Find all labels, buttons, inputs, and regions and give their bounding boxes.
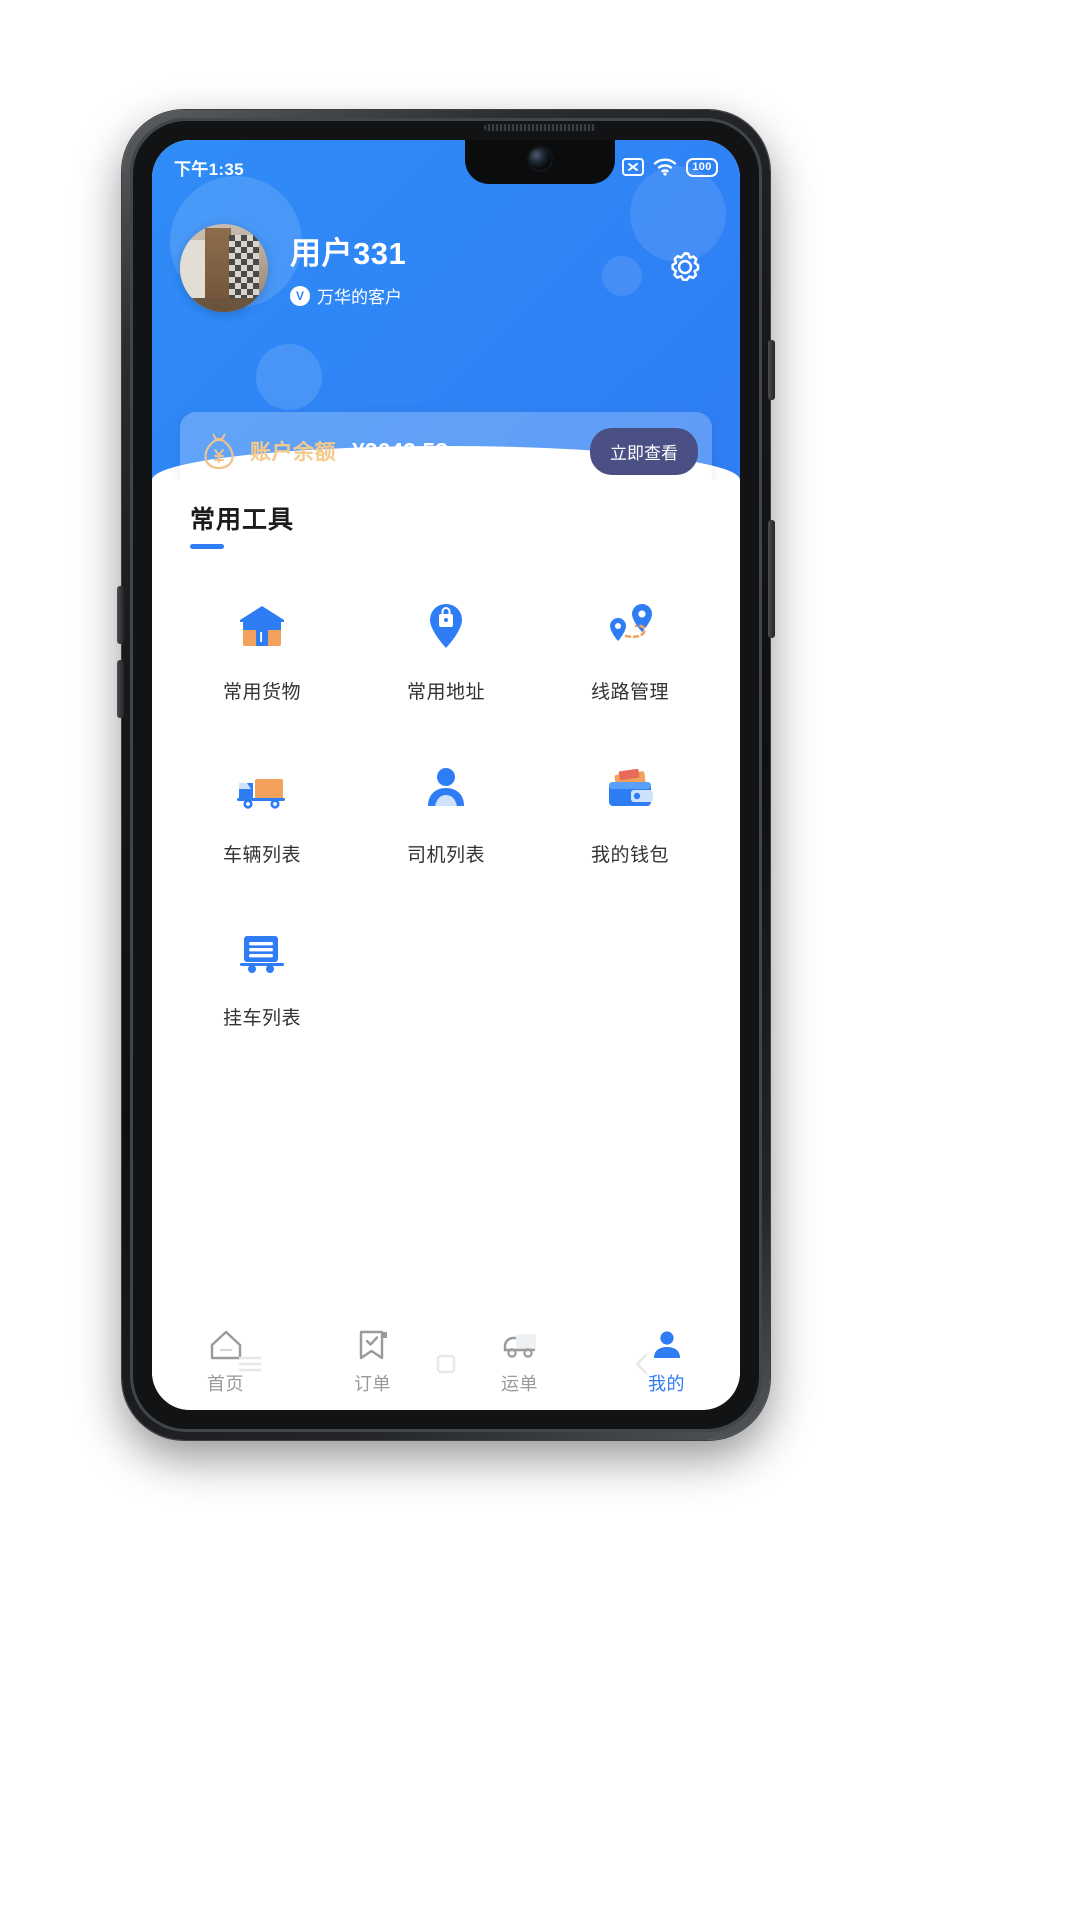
avatar[interactable] — [180, 224, 268, 312]
money-bag-icon — [204, 433, 234, 470]
tool-item-drivers[interactable]: 司机列表 — [354, 734, 538, 897]
menu-icon[interactable] — [235, 1349, 265, 1379]
profile-subtitle: 万华的客户 — [317, 288, 402, 307]
avatar-art — [229, 234, 260, 304]
trailer-icon — [233, 923, 291, 981]
status-icons: 100 — [622, 157, 718, 177]
tool-label: 我的钱包 — [590, 845, 669, 866]
status-bar: 下午1:35 100 — [152, 140, 740, 194]
profile-header: 下午1:35 100 用户331 V 万华的客户 账户余额 ¥3643.58 立… — [152, 140, 740, 480]
profile-subtitle-row: V 万华的客户 — [290, 283, 662, 308]
tool-label: 司机列表 — [406, 845, 485, 866]
power-button[interactable] — [768, 340, 775, 400]
side-button[interactable] — [768, 520, 775, 638]
battery-level: 100 — [692, 160, 712, 173]
screenshot-canvas: 下午1:35 100 用户331 V 万华的客户 账户余额 ¥3643.58 立… — [0, 0, 1080, 1920]
gear-icon[interactable] — [662, 245, 708, 291]
tool-item-trailer[interactable]: 挂车列表 — [170, 897, 354, 1060]
section-title: 常用工具 — [190, 506, 295, 534]
balance-amount: ¥3643.58 — [352, 437, 448, 464]
back-icon[interactable] — [627, 1349, 657, 1379]
balance-card[interactable]: 账户余额 ¥3643.58 立即查看 — [180, 412, 712, 480]
battery-icon: 100 — [686, 157, 718, 177]
tool-label: 线路管理 — [590, 682, 669, 703]
warehouse-icon — [233, 597, 291, 655]
tool-label: 常用货物 — [222, 682, 301, 703]
page-title: 用户331 — [290, 236, 407, 271]
driver-icon — [417, 760, 475, 818]
tools-grid: 常用货物 常用地址 线路管理 车辆列表 司机列表 我的钱包 挂车列表 — [152, 549, 740, 1060]
profile-row[interactable]: 用户331 V 万华的客户 — [152, 194, 740, 312]
tool-item-wallet[interactable]: 我的钱包 — [538, 734, 722, 897]
tool-item-address[interactable]: 常用地址 — [354, 571, 538, 734]
profile-info: 用户331 V 万华的客户 — [290, 228, 662, 308]
no-sim-icon — [622, 158, 644, 176]
view-balance-button[interactable]: 立即查看 — [590, 427, 698, 475]
wifi-icon — [653, 158, 677, 176]
tool-label: 车辆列表 — [222, 845, 301, 866]
avatar-art — [180, 297, 268, 312]
front-camera-icon — [529, 148, 551, 170]
earpiece-speaker — [484, 124, 596, 131]
tool-label: 常用地址 — [406, 682, 485, 703]
volume-up-button[interactable] — [117, 586, 124, 644]
tool-item-route[interactable]: 线路管理 — [538, 571, 722, 734]
home-square-icon[interactable] — [431, 1349, 461, 1379]
tool-label: 挂车列表 — [222, 1008, 301, 1029]
wallet-icon — [601, 760, 659, 818]
truck-icon — [233, 760, 291, 818]
verified-badge-icon: V — [290, 285, 310, 306]
phone-screen: 下午1:35 100 用户331 V 万华的客户 账户余额 ¥3643.58 立… — [152, 140, 740, 1410]
content-sheet: 常用工具 常用货物 常用地址 线路管理 车辆列表 司机列表 我的钱包 挂车列表 — [152, 446, 740, 1326]
tool-item-vehicles[interactable]: 车辆列表 — [170, 734, 354, 897]
address-pin-icon — [417, 597, 475, 655]
tool-item-warehouse[interactable]: 常用货物 — [170, 571, 354, 734]
route-icon — [601, 597, 659, 655]
status-time: 下午1:35 — [174, 159, 244, 179]
volume-down-button[interactable] — [117, 660, 124, 718]
balance-label: 账户余额 — [250, 441, 336, 464]
decorative-bubble — [256, 344, 322, 410]
system-navigation-bar — [152, 1318, 740, 1410]
